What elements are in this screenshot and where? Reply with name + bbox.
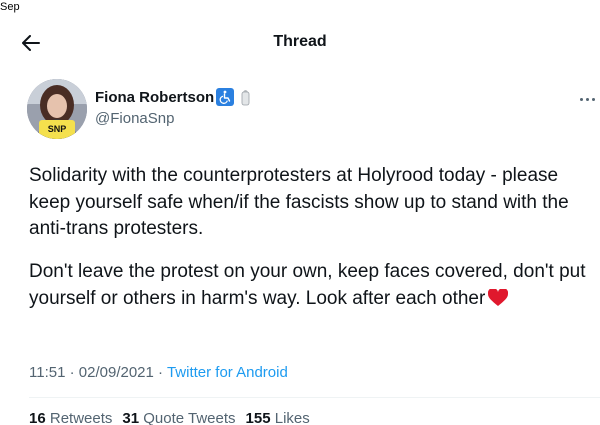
tweet-source-link[interactable]: Twitter for Android (167, 364, 288, 381)
avatar-image: SNP (27, 79, 87, 139)
tweet-text-paragraph-2: Don't leave the protest on your own, kee… (29, 259, 597, 312)
thread-header: Thread (0, 28, 600, 58)
avatar[interactable]: SNP (27, 79, 87, 139)
red-heart-icon (488, 288, 509, 306)
author-name[interactable]: Fiona Robertson (95, 89, 214, 106)
quote-tweets-stat[interactable]: 31 Quote Tweets (122, 410, 235, 425)
meta-separator: · (69, 364, 75, 381)
author-name-row: Fiona Robertson (95, 88, 251, 106)
tweet-text-paragraph-1: Solidarity with the counterprotesters at… (29, 165, 569, 239)
retweets-count: 16 (29, 410, 46, 425)
tweet-time[interactable]: 11:51 (29, 364, 65, 381)
retweets-stat[interactable]: 16 Retweets (29, 410, 112, 425)
likes-count: 155 (245, 410, 271, 425)
divider (29, 397, 600, 398)
tweet-stats: 16 Retweets 31 Quote Tweets 155 Likes (29, 410, 320, 425)
clipped-date-text: Sep (0, 1, 20, 13)
quote-tweets-count: 31 (122, 410, 140, 425)
meta-separator: · (158, 364, 164, 381)
salt-shaker-icon (239, 88, 251, 106)
avatar-badge-text: SNP (48, 124, 67, 134)
likes-stat[interactable]: 155 Likes (246, 410, 310, 425)
page-title: Thread (273, 33, 327, 50)
quote-tweets-label: Quote Tweets (143, 410, 236, 425)
author-handle[interactable]: @FionaSnp (95, 110, 174, 127)
tweet-meta: 11:51 · 02/09/2021 · Twitter for Android (29, 364, 288, 381)
tweet-date[interactable]: 02/09/2021 (79, 364, 154, 381)
more-dots-icon[interactable] (580, 93, 600, 105)
retweets-label: Retweets (49, 410, 113, 425)
wheelchair-icon (216, 88, 235, 106)
likes-label: Likes (274, 410, 310, 425)
